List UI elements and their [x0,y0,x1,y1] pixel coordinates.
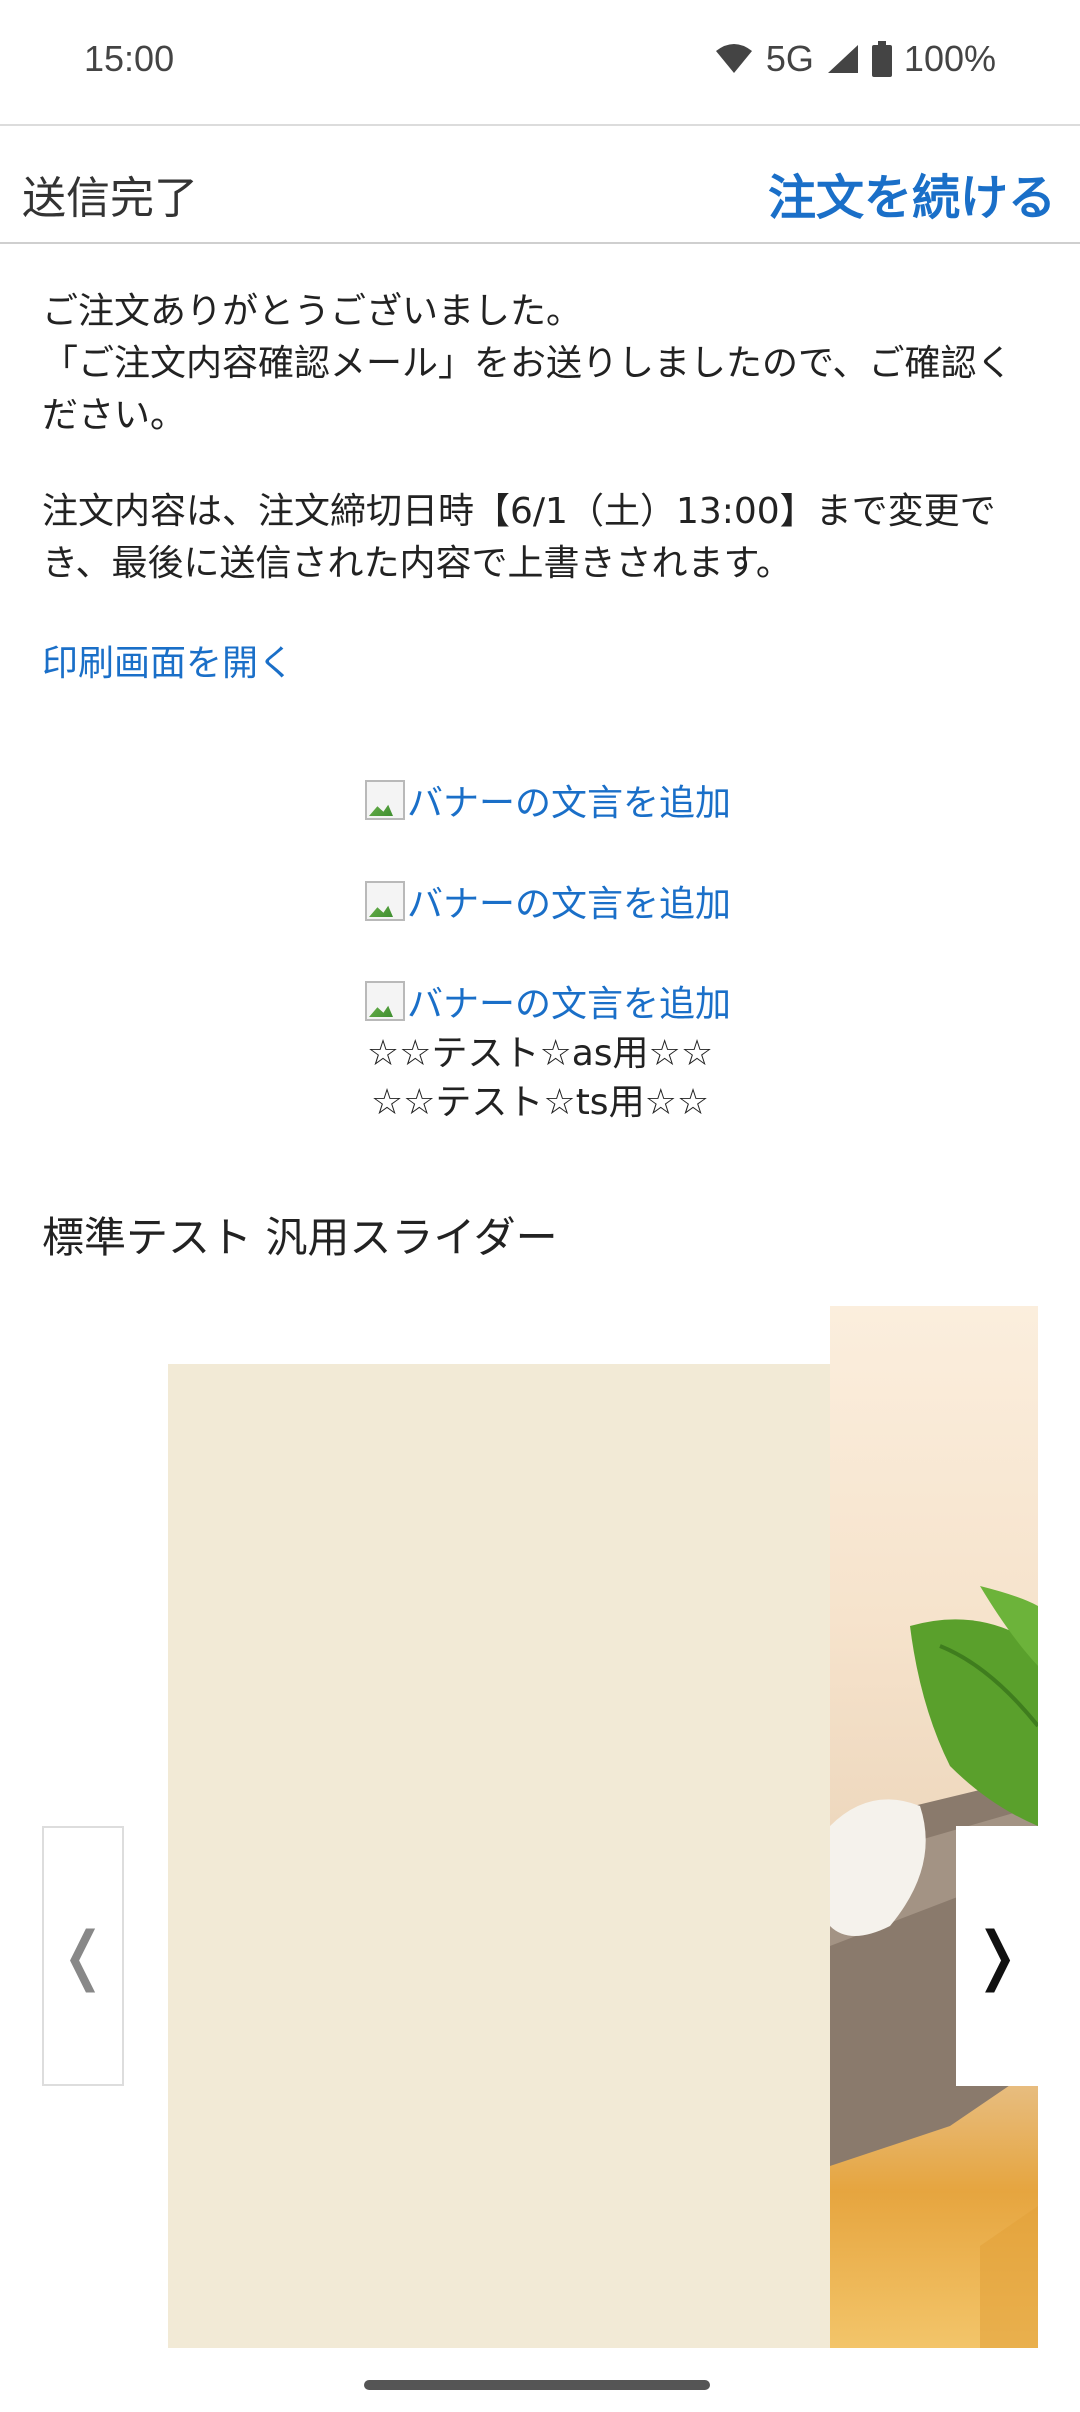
slider-prev-button[interactable]: ❬ [42,1826,124,2086]
banner-alt-text: バナーの文言を追加 [407,884,732,925]
chevron-left-icon: ❬ [56,1919,110,1993]
battery-icon [871,41,892,77]
status-bar: 15:00 5G 100% [0,0,1080,124]
slider-next-button[interactable]: ❭ [956,1826,1038,2086]
broken-image-icon [365,881,405,921]
broken-image-icon [365,981,405,1021]
page: 15:00 5G 100% 送信完了 注文を続ける ご注文ありがとうございました… [0,0,1080,2412]
thanks-line: ださい。 [42,395,187,436]
test-label: ☆☆テスト☆as用☆☆ [366,1033,714,1074]
deadline-line: 注文内容は、注文締切日時【6/1（土）13:00】まで変更で [42,491,996,532]
print-screen-link[interactable]: 印刷画面を開く [42,634,294,686]
deadline-line: き、最後に送信された内容で上書きされます。 [42,543,792,584]
slide-image [168,1364,830,2348]
app-header: 送信完了 注文を続ける [0,124,1080,244]
image-slider[interactable]: ❬ ❭ [0,1300,1080,2350]
banner-alt-text: バナーの文言を追加 [407,984,732,1025]
wifi-icon [714,43,754,75]
continue-order-button[interactable]: 注文を続ける [768,158,1056,228]
status-time: 15:00 [84,38,175,79]
banner-link[interactable]: バナーの文言を追加 [365,975,731,1027]
banner-alt-text: バナーの文言を追加 [407,783,732,824]
thanks-line: 「ご注文内容確認メール」をお送りしましたので、ご確認く [42,343,1013,384]
network-type: 5G [765,38,814,79]
page-title: 送信完了 [22,173,198,224]
test-label: ☆☆テスト☆ts用☆☆ [370,1082,710,1123]
signal-icon [826,43,860,75]
thanks-message: ご注文ありがとうございました。 「ご注文内容確認メール」をお送りしましたので、ご… [42,286,1042,442]
status-icons: 5G 100% [714,38,996,80]
banner-link[interactable]: バナーの文言を追加 [365,774,731,826]
slider-title: 標準テスト 汎用スライダー [42,1213,558,1262]
banner-link[interactable]: バナーの文言を追加 [365,875,731,927]
battery-percent: 100% [903,38,996,79]
thanks-line: ご注文ありがとうございました。 [42,291,583,332]
chevron-right-icon: ❭ [970,1919,1024,1993]
deadline-message: 注文内容は、注文締切日時【6/1（土）13:00】まで変更で き、最後に送信され… [42,486,1042,590]
home-indicator[interactable] [364,2380,710,2390]
broken-image-icon [365,780,405,820]
